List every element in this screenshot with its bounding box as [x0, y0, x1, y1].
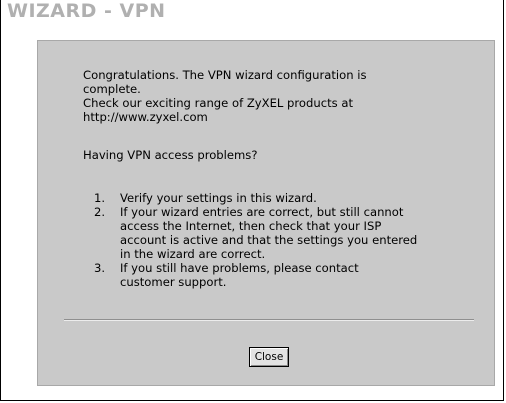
list-number: 1. [94, 191, 106, 205]
list-item-text: If you still have problems, please conta… [120, 261, 359, 275]
list-item-text: in the wizard are correct. [120, 247, 266, 261]
list-item-text: customer support. [120, 275, 227, 289]
divider [64, 319, 474, 321]
list-item-text: If your wizard entries are correct, but … [120, 205, 404, 219]
zyxel-url-text: http://www.zyxel.com [83, 110, 208, 124]
wizard-window: WIZARD - VPN Congratulations. The VPN wi… [0, 0, 504, 401]
list-number: 3. [94, 261, 106, 275]
message-line: Check our exciting range of ZyXEL produc… [83, 96, 354, 110]
list-item-text: Verify your settings in this wizard. [120, 191, 317, 205]
troubleshoot-list: 1. Verify your settings in this wizard. … [83, 191, 458, 289]
list-item: 1. Verify your settings in this wizard. [83, 191, 458, 205]
list-item-text: account is active and that the settings … [120, 233, 418, 247]
wizard-panel: Congratulations. The VPN wizard configur… [37, 40, 495, 386]
message-line: Congratulations. The VPN wizard configur… [83, 68, 367, 82]
close-button[interactable]: Close [249, 347, 289, 367]
troubleshoot-heading: Having VPN access problems? [83, 148, 258, 162]
message-line: complete. [83, 82, 141, 96]
window-title: WIZARD - VPN [7, 0, 166, 22]
completion-message: Congratulations. The VPN wizard configur… [83, 68, 463, 124]
list-number: 2. [94, 205, 106, 219]
list-item: 2. If your wizard entries are correct, b… [83, 205, 458, 261]
list-item-text: access the Internet, then check that you… [120, 219, 382, 233]
list-item: 3. If you still have problems, please co… [83, 261, 458, 289]
